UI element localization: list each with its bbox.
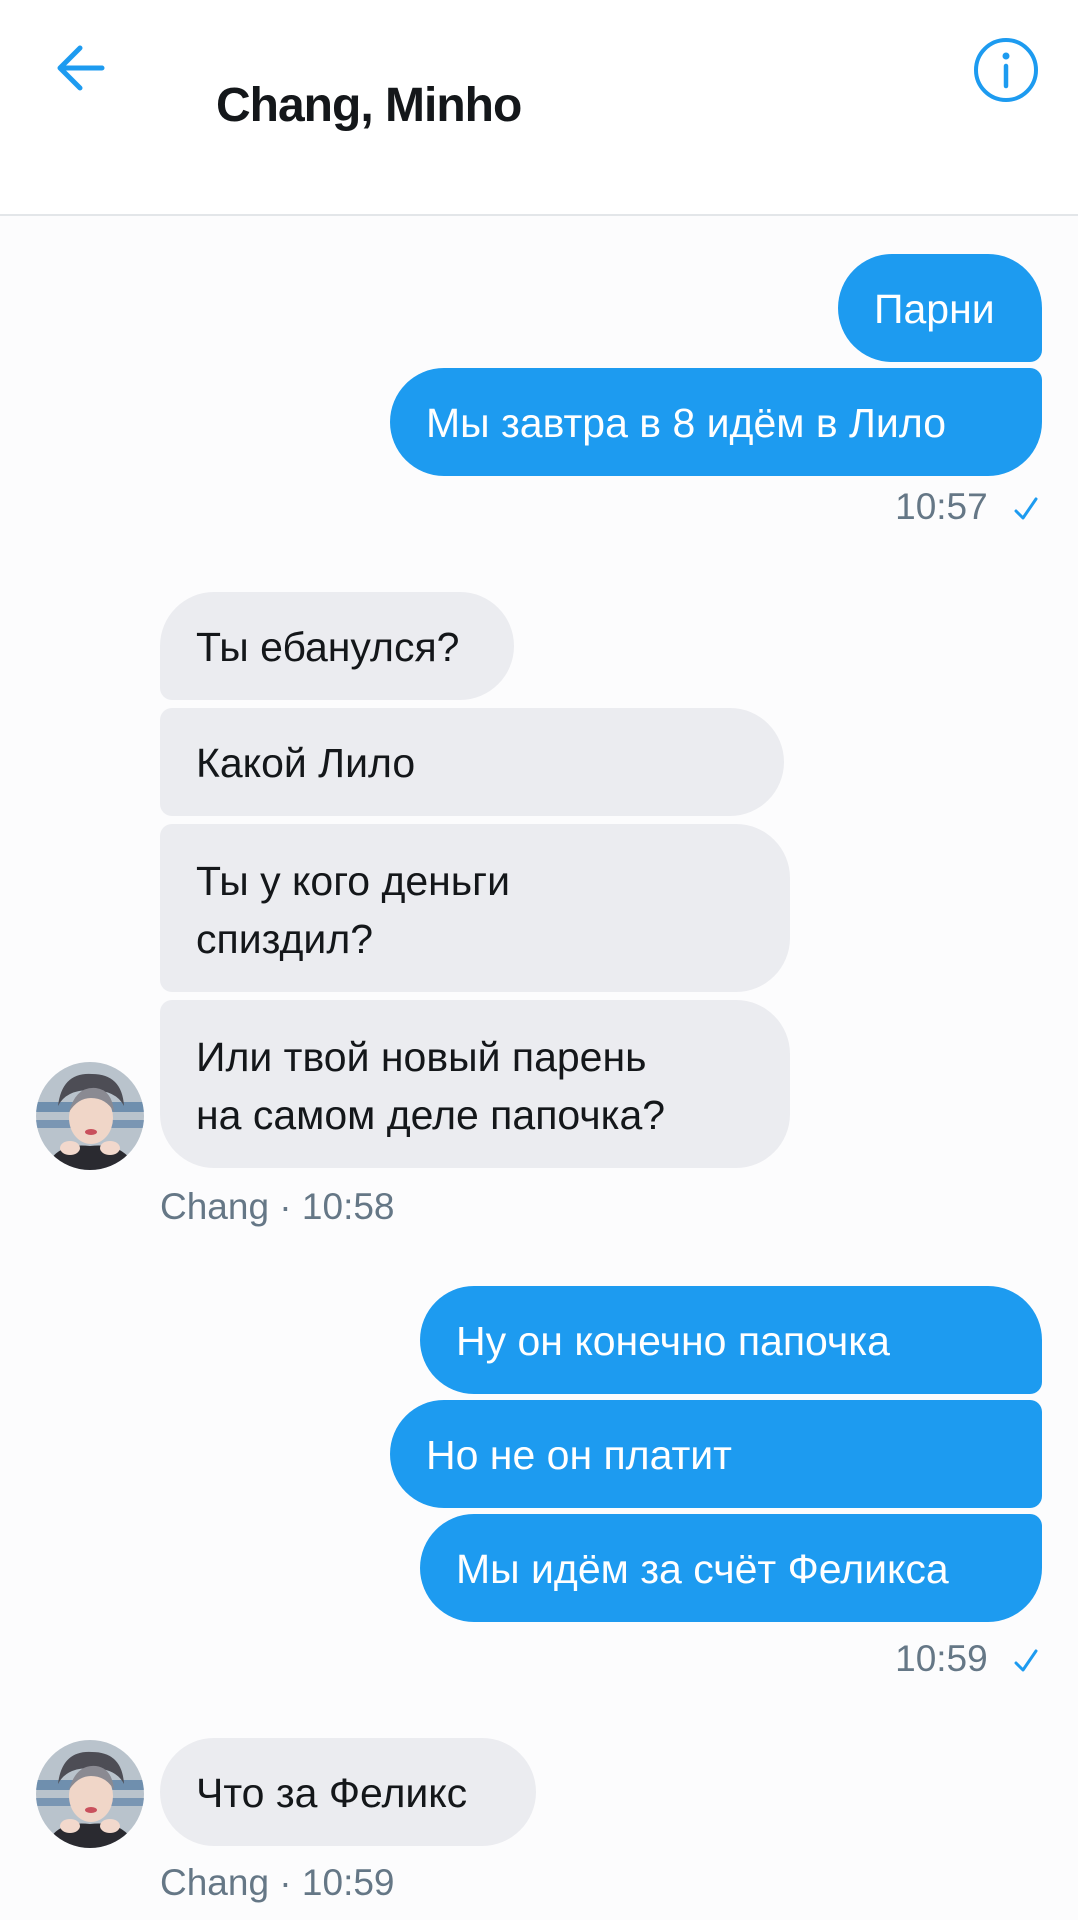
message-text: Ты у кого деньги — [196, 858, 511, 904]
info-button[interactable] — [972, 36, 1040, 104]
avatar-image — [36, 1740, 144, 1848]
message-text: Мы завтра в 8 идём в Лило — [426, 400, 947, 446]
avatar[interactable] — [36, 1740, 144, 1848]
outgoing-message[interactable]: Но не он платит — [390, 1400, 1042, 1508]
message-text: Ты ебанулся? — [196, 624, 460, 670]
message-meta: Chang · 10:59 — [160, 1862, 395, 1903]
message-timestamp: 10:59 — [740, 1638, 1040, 1680]
avatar[interactable] — [36, 1062, 144, 1170]
conversation-header: Chang, Minho — [0, 0, 1078, 216]
message-text: Мы идём за счёт Феликса — [456, 1546, 949, 1592]
incoming-message[interactable]: Что за Феликс — [160, 1738, 536, 1846]
arrow-left-icon — [57, 45, 105, 91]
avatar-image — [36, 1062, 144, 1170]
incoming-message[interactable]: Или твой новый парень на самом деле папо… — [160, 1000, 790, 1168]
sent-check-icon — [1014, 497, 1038, 520]
sent-check-icon — [1014, 1649, 1038, 1672]
message-text: Или твой новый парень — [196, 1034, 647, 1080]
info-circle-icon — [974, 38, 1038, 102]
conversation-title: Chang, Minho — [216, 79, 522, 132]
message-text: Ну он конечно папочка — [456, 1318, 890, 1364]
timestamp-text: 10:59 — [895, 1638, 988, 1679]
incoming-message[interactable]: Ты ебанулся? — [160, 592, 514, 700]
incoming-message[interactable]: Ты у кого деньги спиздил? — [160, 824, 790, 992]
message-meta: Chang · 10:58 — [160, 1186, 395, 1227]
message-text: Какой Лило — [196, 740, 416, 786]
message-text: Что за Феликс — [196, 1770, 468, 1816]
outgoing-message[interactable]: Парни — [838, 254, 1042, 362]
incoming-message[interactable]: Какой Лило — [160, 708, 784, 816]
outgoing-message[interactable]: Мы идём за счёт Феликса — [420, 1514, 1042, 1622]
message-text: на самом деле папочка? — [196, 1092, 666, 1138]
message-text: Но не он платит — [426, 1432, 732, 1478]
back-button[interactable] — [52, 36, 116, 100]
outgoing-message[interactable]: Ну он конечно папочка — [420, 1286, 1042, 1394]
timestamp-text: 10:57 — [895, 486, 988, 527]
outgoing-message[interactable]: Мы завтра в 8 идём в Лило — [390, 368, 1042, 476]
message-text: спиздил? — [196, 916, 374, 962]
message-timestamp: 10:57 — [740, 486, 1040, 528]
message-text: Парни — [874, 286, 995, 332]
